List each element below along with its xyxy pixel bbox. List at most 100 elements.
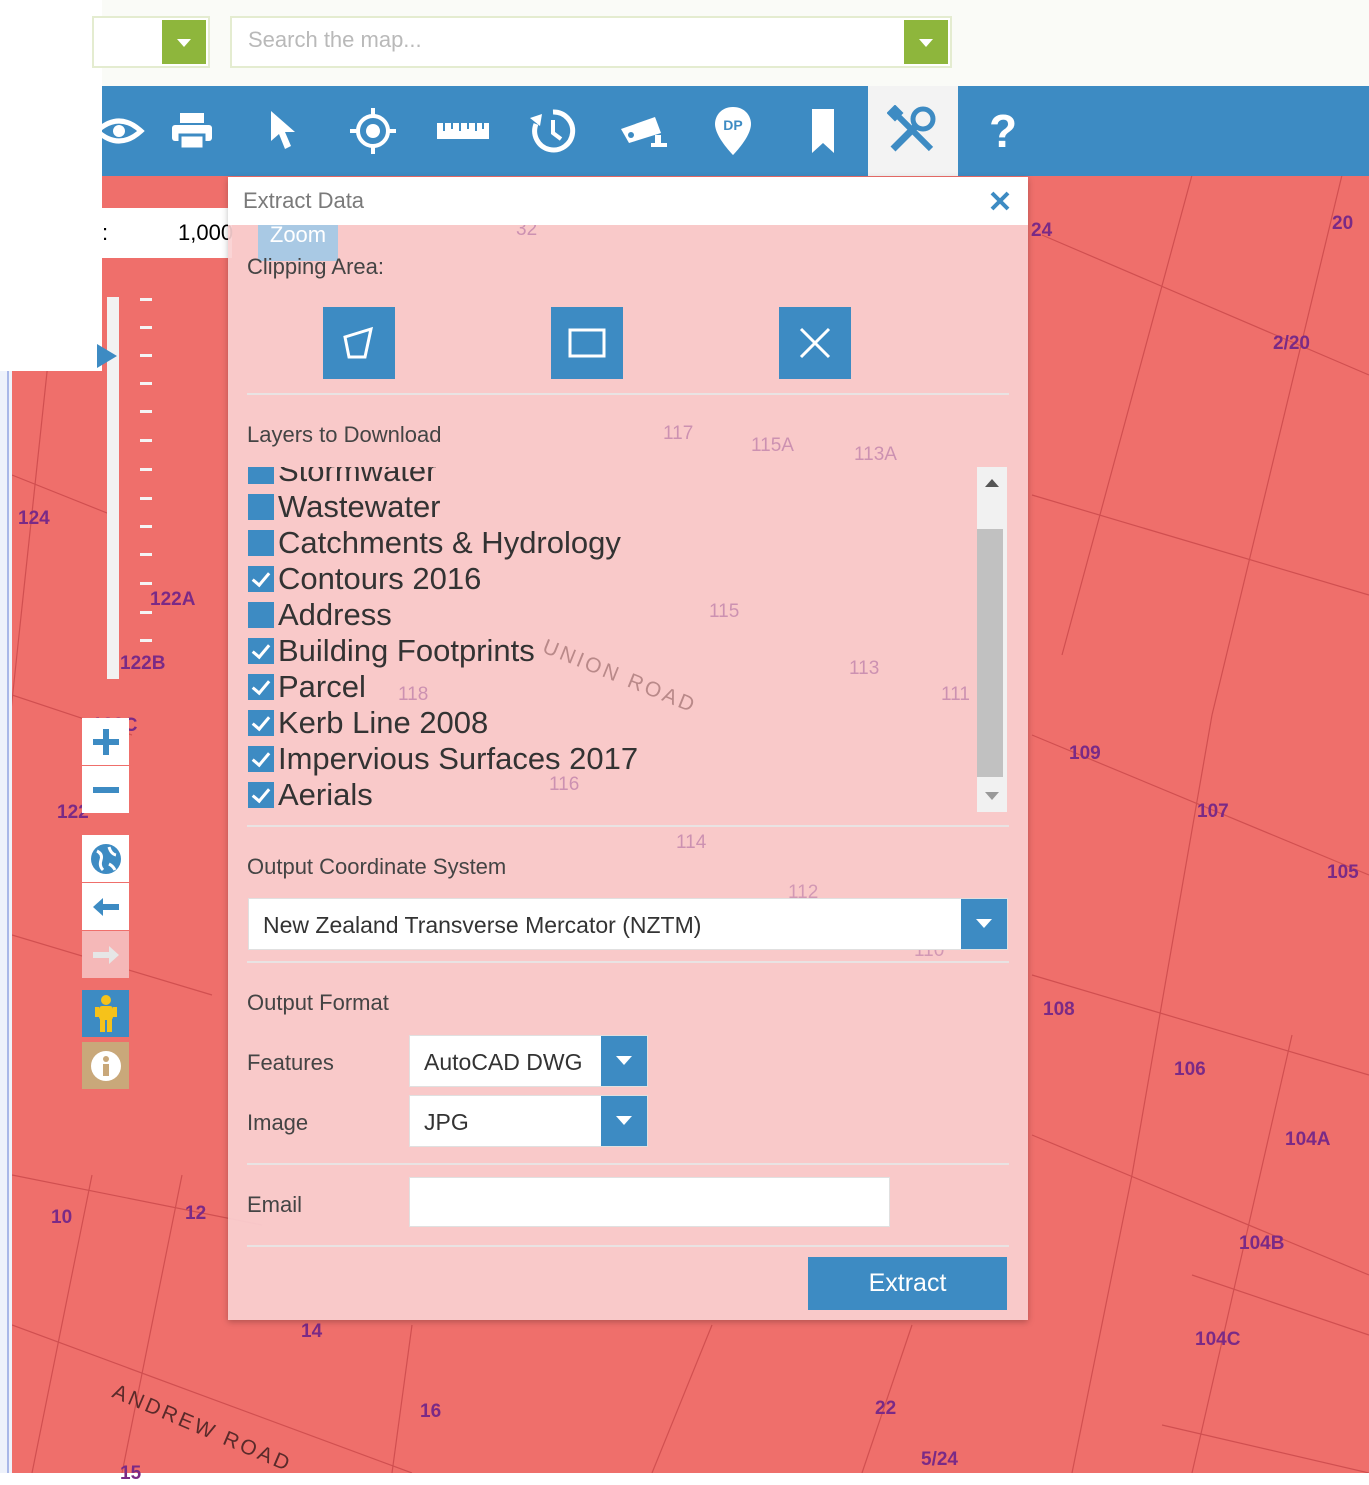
- layer-item-kerb-line[interactable]: Kerb Line 2008: [248, 705, 488, 741]
- arrow-right-icon: [92, 945, 119, 964]
- dialog-header: Extract Data: [228, 177, 1028, 225]
- chevron-down-icon[interactable]: [601, 1036, 647, 1086]
- layer-label: Kerb Line 2008: [278, 705, 489, 740]
- search-input[interactable]: [246, 26, 850, 54]
- divider: [247, 1245, 1009, 1247]
- zoom-tick: [140, 298, 152, 301]
- scale-box[interactable]: : 1,000: [102, 208, 233, 258]
- parcel-label: 24: [1031, 220, 1053, 241]
- layer-select[interactable]: [92, 16, 210, 68]
- pointer-icon[interactable]: [238, 86, 328, 176]
- zoom-tick: [140, 410, 152, 413]
- chevron-down-icon[interactable]: [601, 1096, 647, 1146]
- layer-item-wastewater[interactable]: Wastewater: [248, 489, 441, 525]
- pegman-icon: [94, 994, 117, 1032]
- camera-icon[interactable]: [598, 86, 688, 176]
- overview-panel: [0, 175, 102, 371]
- layer-list[interactable]: Stormwater Wastewater Catchments & Hydro…: [248, 467, 978, 812]
- splitter-bar[interactable]: [0, 371, 12, 1473]
- bookmark-icon[interactable]: [778, 86, 868, 176]
- zoom-slider-handle[interactable]: [97, 344, 117, 368]
- next-extent-button[interactable]: [82, 931, 129, 978]
- parcel-label: 124: [18, 508, 50, 529]
- layer-checkbox[interactable]: [248, 638, 274, 664]
- layer-item-catchments[interactable]: Catchments & Hydrology: [248, 525, 621, 561]
- zoom-in-button[interactable]: [82, 718, 129, 765]
- features-format-select[interactable]: AutoCAD DWG: [409, 1035, 648, 1087]
- identify-button[interactable]: [82, 1042, 129, 1089]
- layer-checkbox[interactable]: [248, 782, 274, 808]
- toolbar: DP ?: [93, 86, 1369, 176]
- full-extent-button[interactable]: [82, 835, 129, 882]
- zoom-tick: [140, 468, 152, 471]
- zoom-tick: [140, 611, 152, 614]
- layers-label: Layers to Download: [247, 422, 442, 447]
- scrollbar-thumb[interactable]: [977, 529, 1003, 777]
- chevron-down-icon[interactable]: [904, 20, 948, 64]
- layer-label: Catchments & Hydrology: [278, 525, 621, 560]
- chevron-down-icon[interactable]: [961, 899, 1007, 949]
- features-format-value: AutoCAD DWG: [424, 1049, 583, 1075]
- layer-checkbox[interactable]: [248, 674, 274, 700]
- email-label: Email: [247, 1192, 303, 1217]
- layer-item-contours[interactable]: Contours 2016: [248, 561, 481, 597]
- scroll-up-icon[interactable]: [985, 479, 999, 487]
- coord-system-value: New Zealand Transverse Mercator (NZTM): [263, 912, 702, 938]
- layer-checkbox[interactable]: [248, 602, 274, 628]
- layer-label: Impervious Surfaces 2017: [278, 741, 639, 776]
- layer-checkbox[interactable]: [248, 566, 274, 592]
- layer-item-stormwater[interactable]: Stormwater: [248, 467, 436, 489]
- image-format-select[interactable]: JPG: [409, 1095, 648, 1147]
- layer-label: Aerials: [278, 777, 373, 812]
- street-view-button[interactable]: [82, 990, 129, 1037]
- layer-checkbox[interactable]: [248, 710, 274, 736]
- coord-system-select[interactable]: New Zealand Transverse Mercator (NZTM): [248, 898, 1008, 950]
- parcel-label: 115A: [751, 435, 794, 456]
- layer-label: Address: [278, 597, 392, 632]
- zoom-tick: [140, 326, 152, 329]
- divider: [247, 1163, 1009, 1165]
- locate-icon[interactable]: [328, 86, 418, 176]
- parcel-label: 12: [185, 1203, 207, 1224]
- history-icon[interactable]: [508, 86, 598, 176]
- email-field[interactable]: [409, 1177, 890, 1227]
- zoom-tick: [140, 382, 152, 385]
- clear-clipping-button[interactable]: [779, 307, 851, 379]
- layer-list-scrollbar[interactable]: [977, 467, 1007, 812]
- coord-system-label: Output Coordinate System: [247, 854, 507, 879]
- parcel-label: 106: [1174, 1059, 1206, 1080]
- print-icon[interactable]: [147, 86, 237, 176]
- zoom-tick: [140, 354, 152, 357]
- help-button[interactable]: ?: [958, 86, 1048, 176]
- layer-item-address[interactable]: Address: [248, 597, 392, 633]
- draw-rectangle-button[interactable]: [551, 307, 623, 379]
- draw-polygon-button[interactable]: [323, 307, 395, 379]
- layer-checkbox[interactable]: [248, 530, 274, 556]
- zoom-out-button[interactable]: [82, 766, 129, 813]
- layer-item-parcel[interactable]: Parcel: [248, 669, 366, 705]
- layer-checkbox[interactable]: [248, 494, 274, 520]
- layer-item-impervious-surfaces[interactable]: Impervious Surfaces 2017: [248, 741, 638, 777]
- scroll-down-icon[interactable]: [985, 792, 999, 800]
- parcel-label: 2/20: [1273, 333, 1310, 354]
- layer-checkbox[interactable]: [248, 467, 274, 484]
- parcel-label: 107: [1197, 801, 1229, 822]
- plus-icon: [92, 728, 119, 755]
- close-icon[interactable]: [988, 189, 1012, 213]
- layer-item-building-footprints[interactable]: Building Footprints: [248, 633, 535, 669]
- search-box[interactable]: [230, 16, 952, 68]
- tools-icon[interactable]: [868, 86, 958, 176]
- minus-icon: [92, 786, 119, 793]
- parcel-label: 10: [51, 1207, 73, 1228]
- layer-label: Contours 2016: [278, 561, 482, 596]
- dp-pin-icon[interactable]: DP: [688, 86, 778, 176]
- layer-checkbox[interactable]: [248, 746, 274, 772]
- extract-button[interactable]: Extract: [808, 1257, 1007, 1310]
- layer-label: Building Footprints: [278, 633, 535, 668]
- zoom-tick: [140, 439, 152, 442]
- layer-label: Wastewater: [278, 489, 441, 524]
- layer-item-aerials[interactable]: Aerials: [248, 777, 373, 812]
- chevron-down-icon[interactable]: [162, 20, 206, 64]
- ruler-icon[interactable]: [418, 86, 508, 176]
- previous-extent-button[interactable]: [82, 883, 129, 930]
